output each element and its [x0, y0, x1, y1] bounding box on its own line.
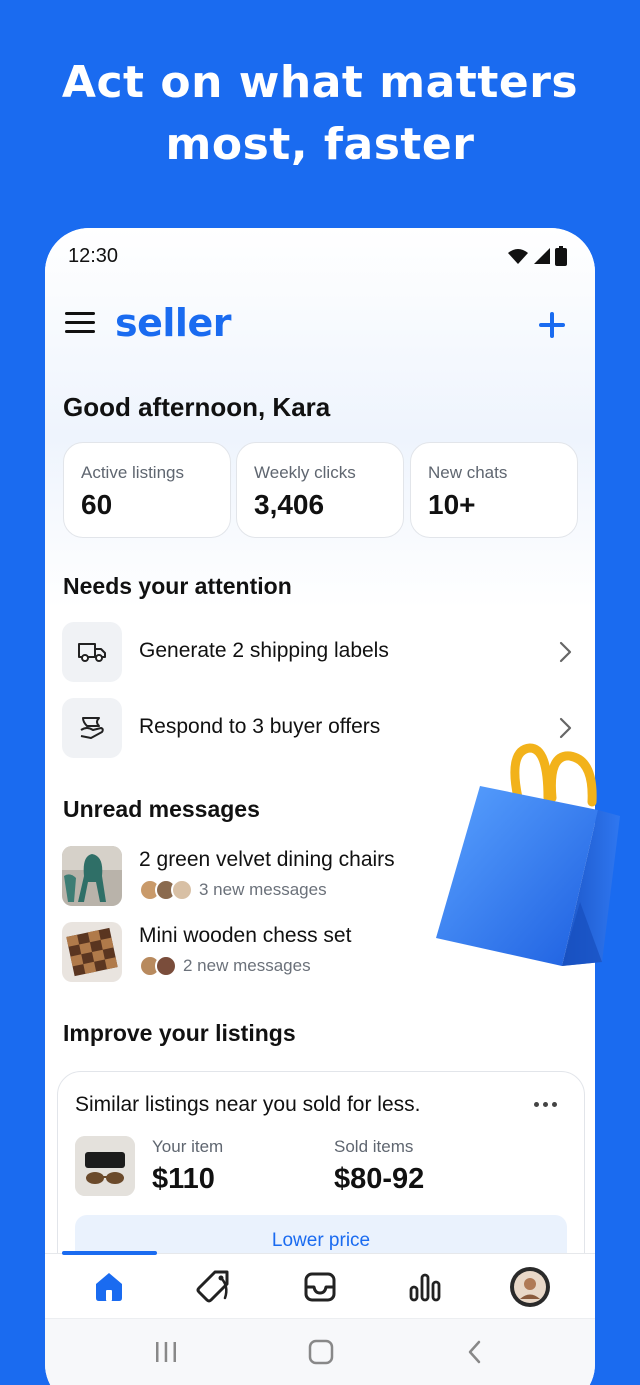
nav-active-indicator	[62, 1251, 157, 1255]
nav-listings[interactable]	[192, 1265, 236, 1309]
message-title: 2 green velvet dining chairs	[139, 848, 395, 871]
nav-home[interactable]	[87, 1265, 131, 1309]
brand-logo: seller	[115, 301, 231, 345]
listing-thumbnail	[62, 846, 122, 906]
section-title-messages: Unread messages	[63, 796, 260, 822]
promo-headline-line1: Act on what matters	[61, 57, 579, 108]
task-label: Respond to 3 buyer offers	[139, 715, 381, 738]
stat-label: Active listings	[81, 463, 184, 482]
battery-icon	[555, 246, 567, 266]
chevron-right-icon	[559, 641, 572, 663]
wifi-icon	[508, 249, 528, 264]
nav-inbox[interactable]	[298, 1265, 342, 1309]
more-icon	[534, 1101, 539, 1107]
inbox-icon	[304, 1272, 336, 1302]
shopping-bag-illustration	[436, 743, 620, 966]
message-count: 3 new messages	[199, 880, 327, 899]
task-shipping-labels[interactable]: Generate 2 shipping labels	[45, 620, 595, 684]
stat-label: New chats	[428, 463, 508, 482]
stat-value: 10+	[428, 489, 476, 520]
section-title-attention: Needs your attention	[63, 573, 292, 599]
stat-value: 3,406	[254, 489, 325, 520]
tag-icon	[196, 1270, 229, 1303]
message-title: Mini wooden chess set	[139, 924, 352, 947]
listing-thumbnail	[62, 922, 122, 982]
recents-icon	[156, 1342, 176, 1362]
menu-button[interactable]	[65, 308, 97, 340]
create-listing-button[interactable]	[537, 310, 567, 340]
back-icon	[468, 1340, 481, 1364]
stats-icon	[409, 1273, 441, 1302]
promo-headline: Act on what matters most, faster	[0, 52, 640, 176]
stat-active-listings[interactable]: Active listings 60	[63, 442, 231, 538]
suggestion-text: Similar listings near you sold for less.	[75, 1093, 421, 1116]
item-thumbnail	[75, 1136, 135, 1196]
signal-icon	[534, 248, 550, 264]
menu-icon	[65, 312, 95, 315]
profile-avatar	[510, 1267, 550, 1307]
home-system-icon	[308, 1339, 334, 1365]
bottom-nav	[45, 1251, 595, 1319]
stat-label: Weekly clicks	[254, 463, 356, 482]
home-icon	[96, 1273, 122, 1301]
promo-headline-line2: most, faster	[165, 119, 475, 170]
avatar	[155, 955, 177, 977]
truck-icon	[78, 643, 106, 662]
recents-button[interactable]	[146, 1337, 186, 1367]
nav-profile[interactable]	[508, 1265, 552, 1309]
message-count: 2 new messages	[183, 956, 311, 975]
your-item-price: $110	[152, 1163, 215, 1195]
chevron-right-icon	[559, 717, 572, 739]
status-bar: 12:30	[45, 228, 595, 288]
app-bar: seller	[45, 298, 595, 354]
home-system-button[interactable]	[301, 1337, 341, 1367]
status-time: 12:30	[68, 245, 119, 267]
more-options-button[interactable]	[534, 1094, 564, 1114]
stat-weekly-clicks[interactable]: Weekly clicks 3,406	[236, 442, 404, 538]
stat-value: 60	[81, 489, 113, 520]
stat-new-chats[interactable]: New chats 10+	[410, 442, 578, 538]
back-button[interactable]	[455, 1337, 495, 1367]
greeting: Good afternoon, Kara	[63, 392, 331, 422]
sold-items-label: Sold items	[334, 1137, 414, 1156]
sold-items-price: $80-92	[334, 1163, 425, 1195]
nav-insights[interactable]	[403, 1265, 447, 1309]
task-label: Generate 2 shipping labels	[139, 639, 389, 662]
your-item-label: Your item	[152, 1137, 224, 1156]
offer-icon	[80, 717, 104, 739]
section-title-improve: Improve your listings	[63, 1020, 296, 1046]
system-nav-bar	[45, 1318, 595, 1385]
avatar	[171, 879, 193, 901]
